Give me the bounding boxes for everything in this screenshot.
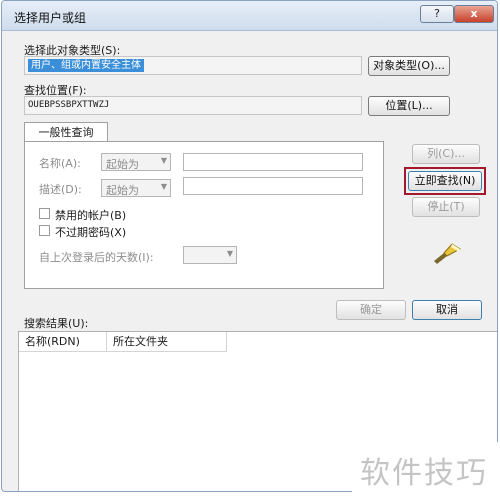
ok-button[interactable]: 确定 [336,300,406,320]
non-expiring-password-checkbox[interactable] [39,225,50,236]
chevron-down-icon: ▼ [226,249,233,258]
location-field: OUEBPSSBPXTTWZJ [24,96,362,115]
name-input[interactable] [183,153,363,171]
chevron-down-icon: ▼ [160,182,167,191]
name-mode-dropdown[interactable]: 起始为 ▼ [101,153,171,171]
non-expiring-password-label: 不过期密码(X) [55,226,127,239]
watermark: 软件技巧 [352,442,500,498]
columns-button[interactable]: 列(C)... [412,144,480,164]
object-type-value: 用户、组或内置安全主体 [28,59,144,72]
description-mode-value: 起始为 [106,184,139,197]
cancel-button[interactable]: 取消 [412,300,482,320]
column-header-name[interactable]: 名称(RDN) [19,332,107,352]
title-bar: 选择用户或组 ? x [2,1,497,31]
stop-button[interactable]: 停止(T) [412,197,480,217]
description-input[interactable] [183,177,363,195]
description-mode-dropdown[interactable]: 起始为 ▼ [101,179,171,197]
help-button[interactable]: ? [420,5,454,23]
search-flashlight-icon [434,243,461,264]
search-results-label: 搜索结果(U): [24,317,89,330]
close-button[interactable]: x [454,5,494,23]
select-users-dialog: 选择用户或组 ? x 选择此对象类型(S): 用户、组或内置安全主体 对象类型(… [1,0,498,492]
object-type-field: 用户、组或内置安全主体 [24,56,362,75]
find-now-highlight [404,167,486,195]
location-value: OUEBPSSBPXTTWZJ [28,100,110,110]
description-label: 描述(D): [39,183,82,196]
locations-button[interactable]: 位置(L)... [368,96,450,116]
window-title: 选择用户或组 [14,11,87,25]
chevron-down-icon: ▼ [160,156,167,165]
object-types-button[interactable]: 对象类型(O)... [368,56,450,76]
common-queries-panel: 名称(A): 起始为 ▼ 描述(D): 起始为 ▼ 禁用的帐户(B) 不过期密码… [24,141,384,289]
column-header-folder[interactable]: 所在文件夹 [107,332,227,352]
days-since-login-dropdown[interactable]: ▼ [183,246,237,264]
disabled-accounts-label: 禁用的帐户(B) [55,209,127,222]
name-mode-value: 起始为 [106,158,139,171]
tab-common-queries[interactable]: 一般性查询 [24,122,108,142]
days-since-login-label: 自上次登录后的天数(I): [39,251,154,264]
watermark-text: 软件技巧 [360,456,488,491]
disabled-accounts-checkbox[interactable] [39,208,50,219]
name-label: 名称(A): [39,157,81,170]
